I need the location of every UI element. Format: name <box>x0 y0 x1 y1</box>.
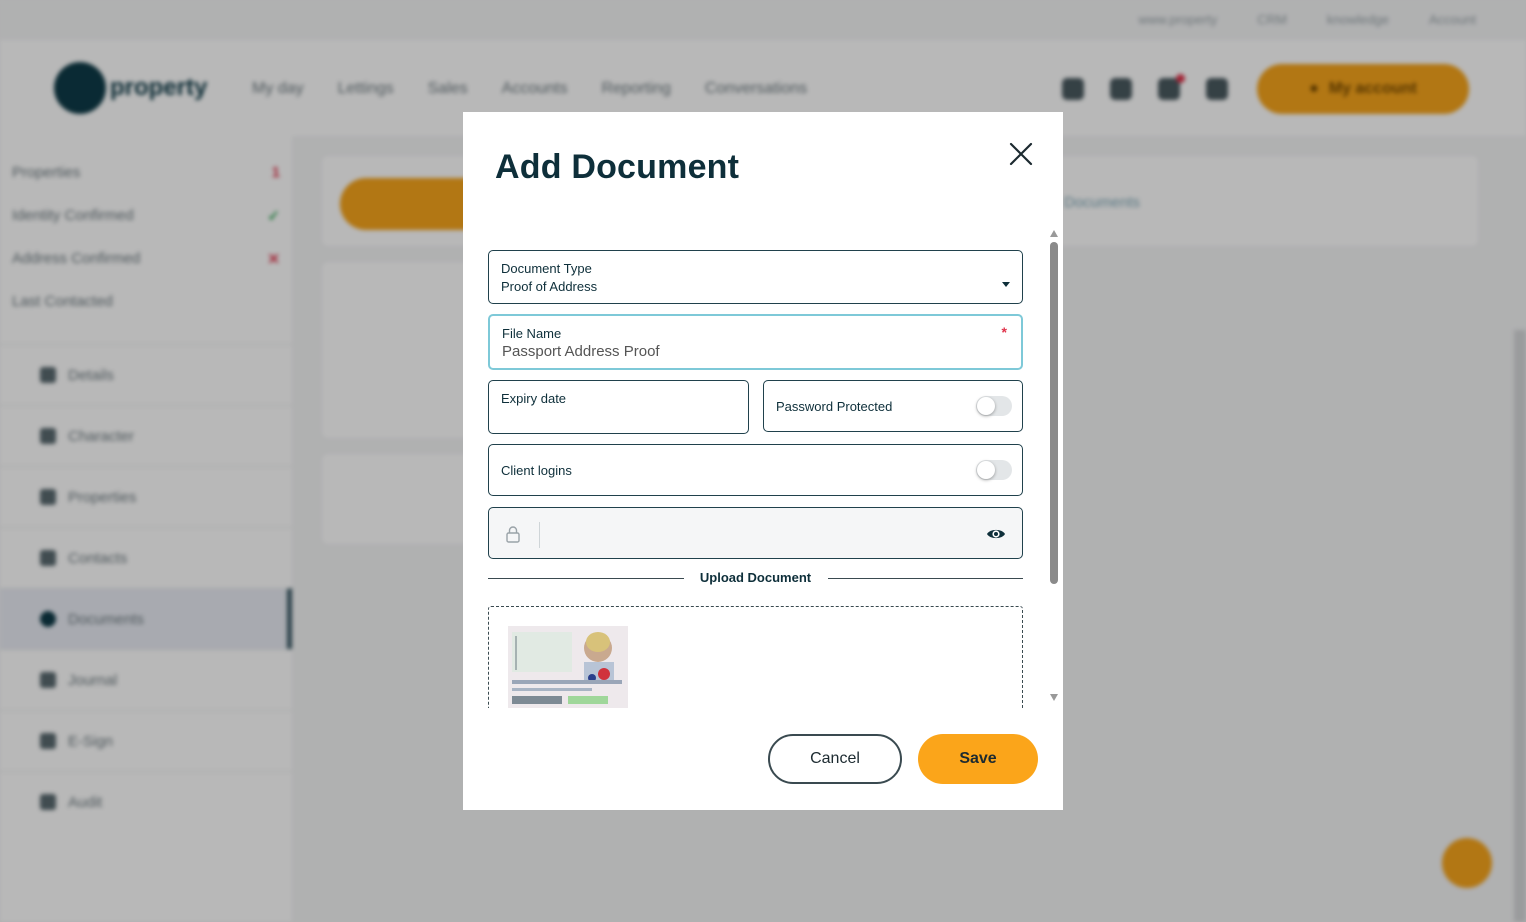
scroll-down-arrow-icon[interactable] <box>1050 694 1058 701</box>
divider-line <box>828 578 1023 579</box>
password-protected-toggle[interactable] <box>976 396 1012 416</box>
lock-icon <box>503 524 523 544</box>
client-logins-field: Client logins <box>488 444 1023 496</box>
add-document-modal: Add Document Document Type Proof of Addr… <box>463 112 1063 810</box>
upload-section-divider: Upload Document <box>488 569 1023 589</box>
scrollbar-thumb[interactable] <box>1050 242 1058 584</box>
password-input[interactable] <box>549 520 969 548</box>
save-button[interactable]: Save <box>918 734 1038 784</box>
modal-title: Add Document <box>495 148 740 186</box>
toggle-knob <box>977 397 995 415</box>
client-logins-toggle[interactable] <box>976 460 1012 480</box>
uploaded-document-thumbnail[interactable] <box>508 626 628 708</box>
eye-icon[interactable] <box>985 523 1007 545</box>
close-button[interactable] <box>1007 140 1035 168</box>
cancel-button[interactable]: Cancel <box>768 734 902 784</box>
caret-down-icon <box>1002 282 1010 287</box>
required-indicator: * <box>1001 324 1007 340</box>
password-field[interactable] <box>488 507 1023 559</box>
close-icon <box>1009 142 1033 166</box>
document-type-value: Proof of Address <box>501 279 598 294</box>
file-name-input[interactable] <box>502 343 992 360</box>
toggle-knob <box>977 461 995 479</box>
password-protected-field: Password Protected <box>763 380 1023 432</box>
expiry-date-label: Expiry date <box>501 391 567 406</box>
document-type-label: Document Type <box>501 261 592 276</box>
scroll-up-arrow-icon[interactable] <box>1050 230 1058 237</box>
modal-form-scroll[interactable]: Document Type Proof of Address File Name… <box>463 230 1063 708</box>
file-name-field[interactable]: File Name * <box>488 314 1023 370</box>
expiry-date-field[interactable]: Expiry date <box>488 380 749 434</box>
password-protected-label: Password Protected <box>776 399 893 414</box>
document-type-select[interactable]: Document Type Proof of Address <box>488 250 1023 304</box>
modal-scrollbar[interactable] <box>1049 230 1059 702</box>
file-name-label: File Name <box>502 326 562 341</box>
upload-dropzone[interactable] <box>488 606 1023 708</box>
client-logins-label: Client logins <box>501 463 572 478</box>
password-separator <box>539 522 540 548</box>
